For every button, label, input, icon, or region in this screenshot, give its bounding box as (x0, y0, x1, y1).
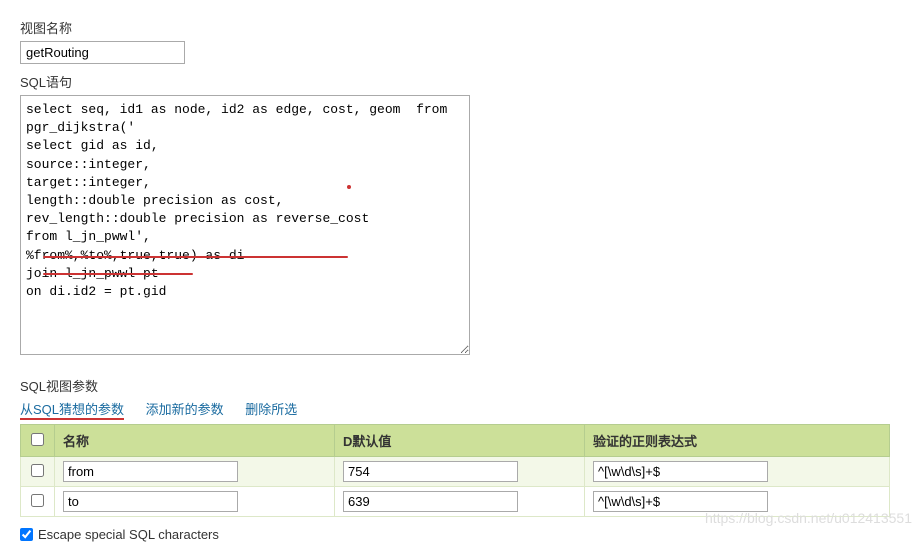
param-regex-input[interactable] (593, 491, 768, 512)
select-all-checkbox[interactable] (31, 433, 44, 446)
param-name-input[interactable] (63, 461, 238, 482)
sql-statement-textarea[interactable] (20, 95, 470, 355)
annotation-underline-1 (43, 256, 348, 258)
guess-params-link[interactable]: 从SQL猜想的参数 (20, 402, 124, 420)
param-default-input[interactable] (343, 461, 518, 482)
header-checkbox-cell (21, 425, 55, 457)
delete-selected-link[interactable]: 删除所选 (245, 402, 297, 417)
params-table: 名称 D默认值 验证的正则表达式 (20, 424, 890, 517)
view-name-input[interactable] (20, 41, 185, 64)
header-name: 名称 (55, 425, 335, 457)
header-regex: 验证的正则表达式 (585, 425, 890, 457)
sql-view-params-label: SQL视图参数 (20, 376, 902, 395)
annotation-underline-2 (43, 273, 193, 275)
row-checkbox[interactable] (31, 464, 44, 477)
annotation-dot (347, 185, 351, 189)
escape-chars-checkbox[interactable] (20, 528, 33, 541)
row-checkbox[interactable] (31, 494, 44, 507)
view-name-label: 视图名称 (20, 18, 902, 37)
table-row (21, 487, 890, 517)
escape-chars-row: Escape special SQL characters (20, 527, 902, 542)
param-regex-input[interactable] (593, 461, 768, 482)
param-default-input[interactable] (343, 491, 518, 512)
header-default: D默认值 (335, 425, 585, 457)
param-name-input[interactable] (63, 491, 238, 512)
table-row (21, 457, 890, 487)
sql-statement-label: SQL语句 (20, 72, 902, 91)
add-new-param-link[interactable]: 添加新的参数 (146, 402, 224, 417)
escape-chars-label: Escape special SQL characters (38, 527, 219, 542)
params-links-row: 从SQL猜想的参数 添加新的参数 删除所选 (20, 399, 902, 418)
